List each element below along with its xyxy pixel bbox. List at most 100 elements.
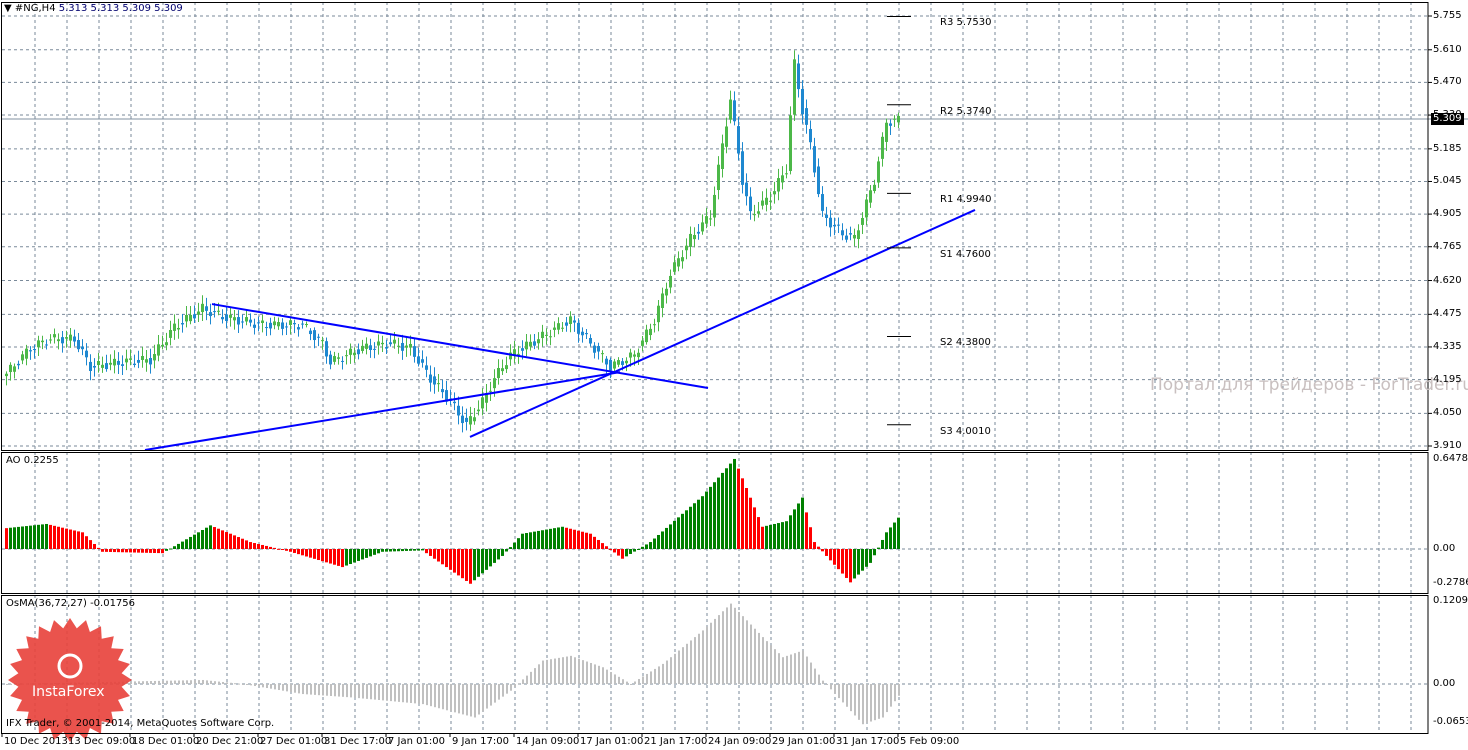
- ao-bar: [713, 482, 716, 549]
- candle-body: [253, 324, 256, 328]
- candle-body: [885, 122, 888, 142]
- ao-bar: [121, 549, 124, 553]
- osma-bar: [554, 658, 556, 684]
- osma-bar: [850, 684, 852, 712]
- candle-body: [597, 346, 600, 352]
- candle-body: [61, 337, 64, 344]
- ao-bar: [313, 549, 316, 559]
- symbol-header[interactable]: ▼ #NG,H4 5.313 5.313 5.309 5.309: [4, 3, 183, 15]
- trendline: [211, 303, 709, 389]
- osma-bar: [506, 684, 508, 694]
- copyright-text: IFX Trader, © 2001-2014, MetaQuotes Soft…: [6, 718, 275, 729]
- ao-bar: [637, 549, 640, 550]
- ao-bar: [425, 549, 428, 554]
- candle-body: [429, 374, 432, 383]
- ao-bar: [521, 533, 524, 549]
- osma-bar: [222, 681, 224, 684]
- ao-bar: [249, 542, 252, 549]
- candle-body: [881, 136, 884, 159]
- osma-bar: [806, 656, 808, 684]
- ao-bar: [485, 549, 488, 570]
- candle-body: [209, 312, 212, 317]
- osma-bar: [434, 684, 436, 708]
- candle-body: [705, 216, 708, 224]
- candle-body: [669, 275, 672, 288]
- candle-body: [377, 341, 380, 346]
- time-axis-label: 31 Dec 17:00: [324, 736, 392, 747]
- ao-bar: [69, 529, 72, 549]
- ao-bar: [365, 549, 368, 558]
- osma-bar: [566, 656, 568, 684]
- osma-bar: [890, 684, 892, 707]
- ao-bar: [29, 525, 32, 549]
- osma-bar: [594, 664, 596, 684]
- candle-body: [153, 354, 156, 361]
- candle-body: [713, 194, 716, 218]
- ao-bar: [753, 507, 756, 549]
- osma-bar: [190, 680, 192, 684]
- osma-bar: [274, 684, 276, 690]
- osma-bar: [790, 654, 792, 684]
- osma-bar: [770, 645, 772, 684]
- candle-body: [373, 348, 376, 350]
- osma-bar: [766, 641, 768, 684]
- ao-bar: [321, 549, 324, 562]
- ao-bar: [857, 549, 860, 575]
- candle-body: [181, 323, 184, 325]
- candle-body: [309, 330, 312, 335]
- ao-bar: [813, 542, 816, 549]
- candle-body: [137, 359, 140, 363]
- candle-body: [349, 348, 352, 355]
- ao-bar: [125, 549, 128, 553]
- osma-bar: [746, 620, 748, 684]
- ao-bar: [709, 486, 712, 549]
- ao-bar: [325, 549, 328, 563]
- osma-bar: [846, 684, 848, 707]
- candle-body: [345, 355, 348, 357]
- candle-body: [257, 322, 260, 324]
- candle-body: [277, 322, 280, 327]
- ao-bar: [397, 549, 400, 552]
- time-axis-label: 27 Dec 01:00: [260, 736, 328, 747]
- ao-bar: [869, 549, 872, 563]
- ao-bar: [845, 549, 848, 578]
- candle-body: [661, 293, 664, 309]
- ao-bar: [361, 549, 364, 560]
- ao-bar: [629, 549, 632, 554]
- candle-body: [273, 321, 276, 326]
- osma-bar: [402, 684, 404, 703]
- candle-body: [305, 324, 308, 326]
- candle-body: [393, 339, 396, 344]
- osma-bar: [290, 684, 292, 693]
- candle-body: [733, 100, 736, 122]
- osma-bar: [878, 684, 880, 719]
- candle-body: [105, 363, 108, 370]
- ao-bar: [193, 534, 196, 549]
- ao-bar: [233, 535, 236, 549]
- osma-bar: [886, 684, 888, 713]
- candle-body: [681, 257, 684, 262]
- candle-body: [9, 364, 12, 373]
- time-axis-label: 13 Dec 09:00: [68, 736, 136, 747]
- osma-bar: [678, 650, 680, 684]
- dropdown-triangle-icon[interactable]: ▼: [4, 3, 12, 14]
- ao-bar: [437, 549, 440, 562]
- candle-body: [821, 194, 824, 211]
- candle-body: [413, 346, 416, 357]
- ao-bar: [517, 538, 520, 549]
- price-axis-label: 4.475: [1433, 308, 1462, 320]
- ao-bar: [101, 549, 104, 552]
- candle-body: [169, 330, 172, 338]
- ao-bar: [861, 549, 864, 571]
- ao-bar: [133, 549, 136, 553]
- ao-bar: [761, 526, 764, 549]
- price-axis-label: 5.470: [1433, 76, 1462, 88]
- osma-bar: [718, 615, 720, 684]
- osma-bar: [342, 684, 344, 697]
- osma-bar: [366, 684, 368, 699]
- price-axis-label: 5.755: [1433, 10, 1462, 21]
- candle-body: [577, 322, 580, 334]
- osma-bar: [822, 680, 824, 684]
- ao-bar: [169, 548, 172, 550]
- candle-body: [529, 341, 532, 347]
